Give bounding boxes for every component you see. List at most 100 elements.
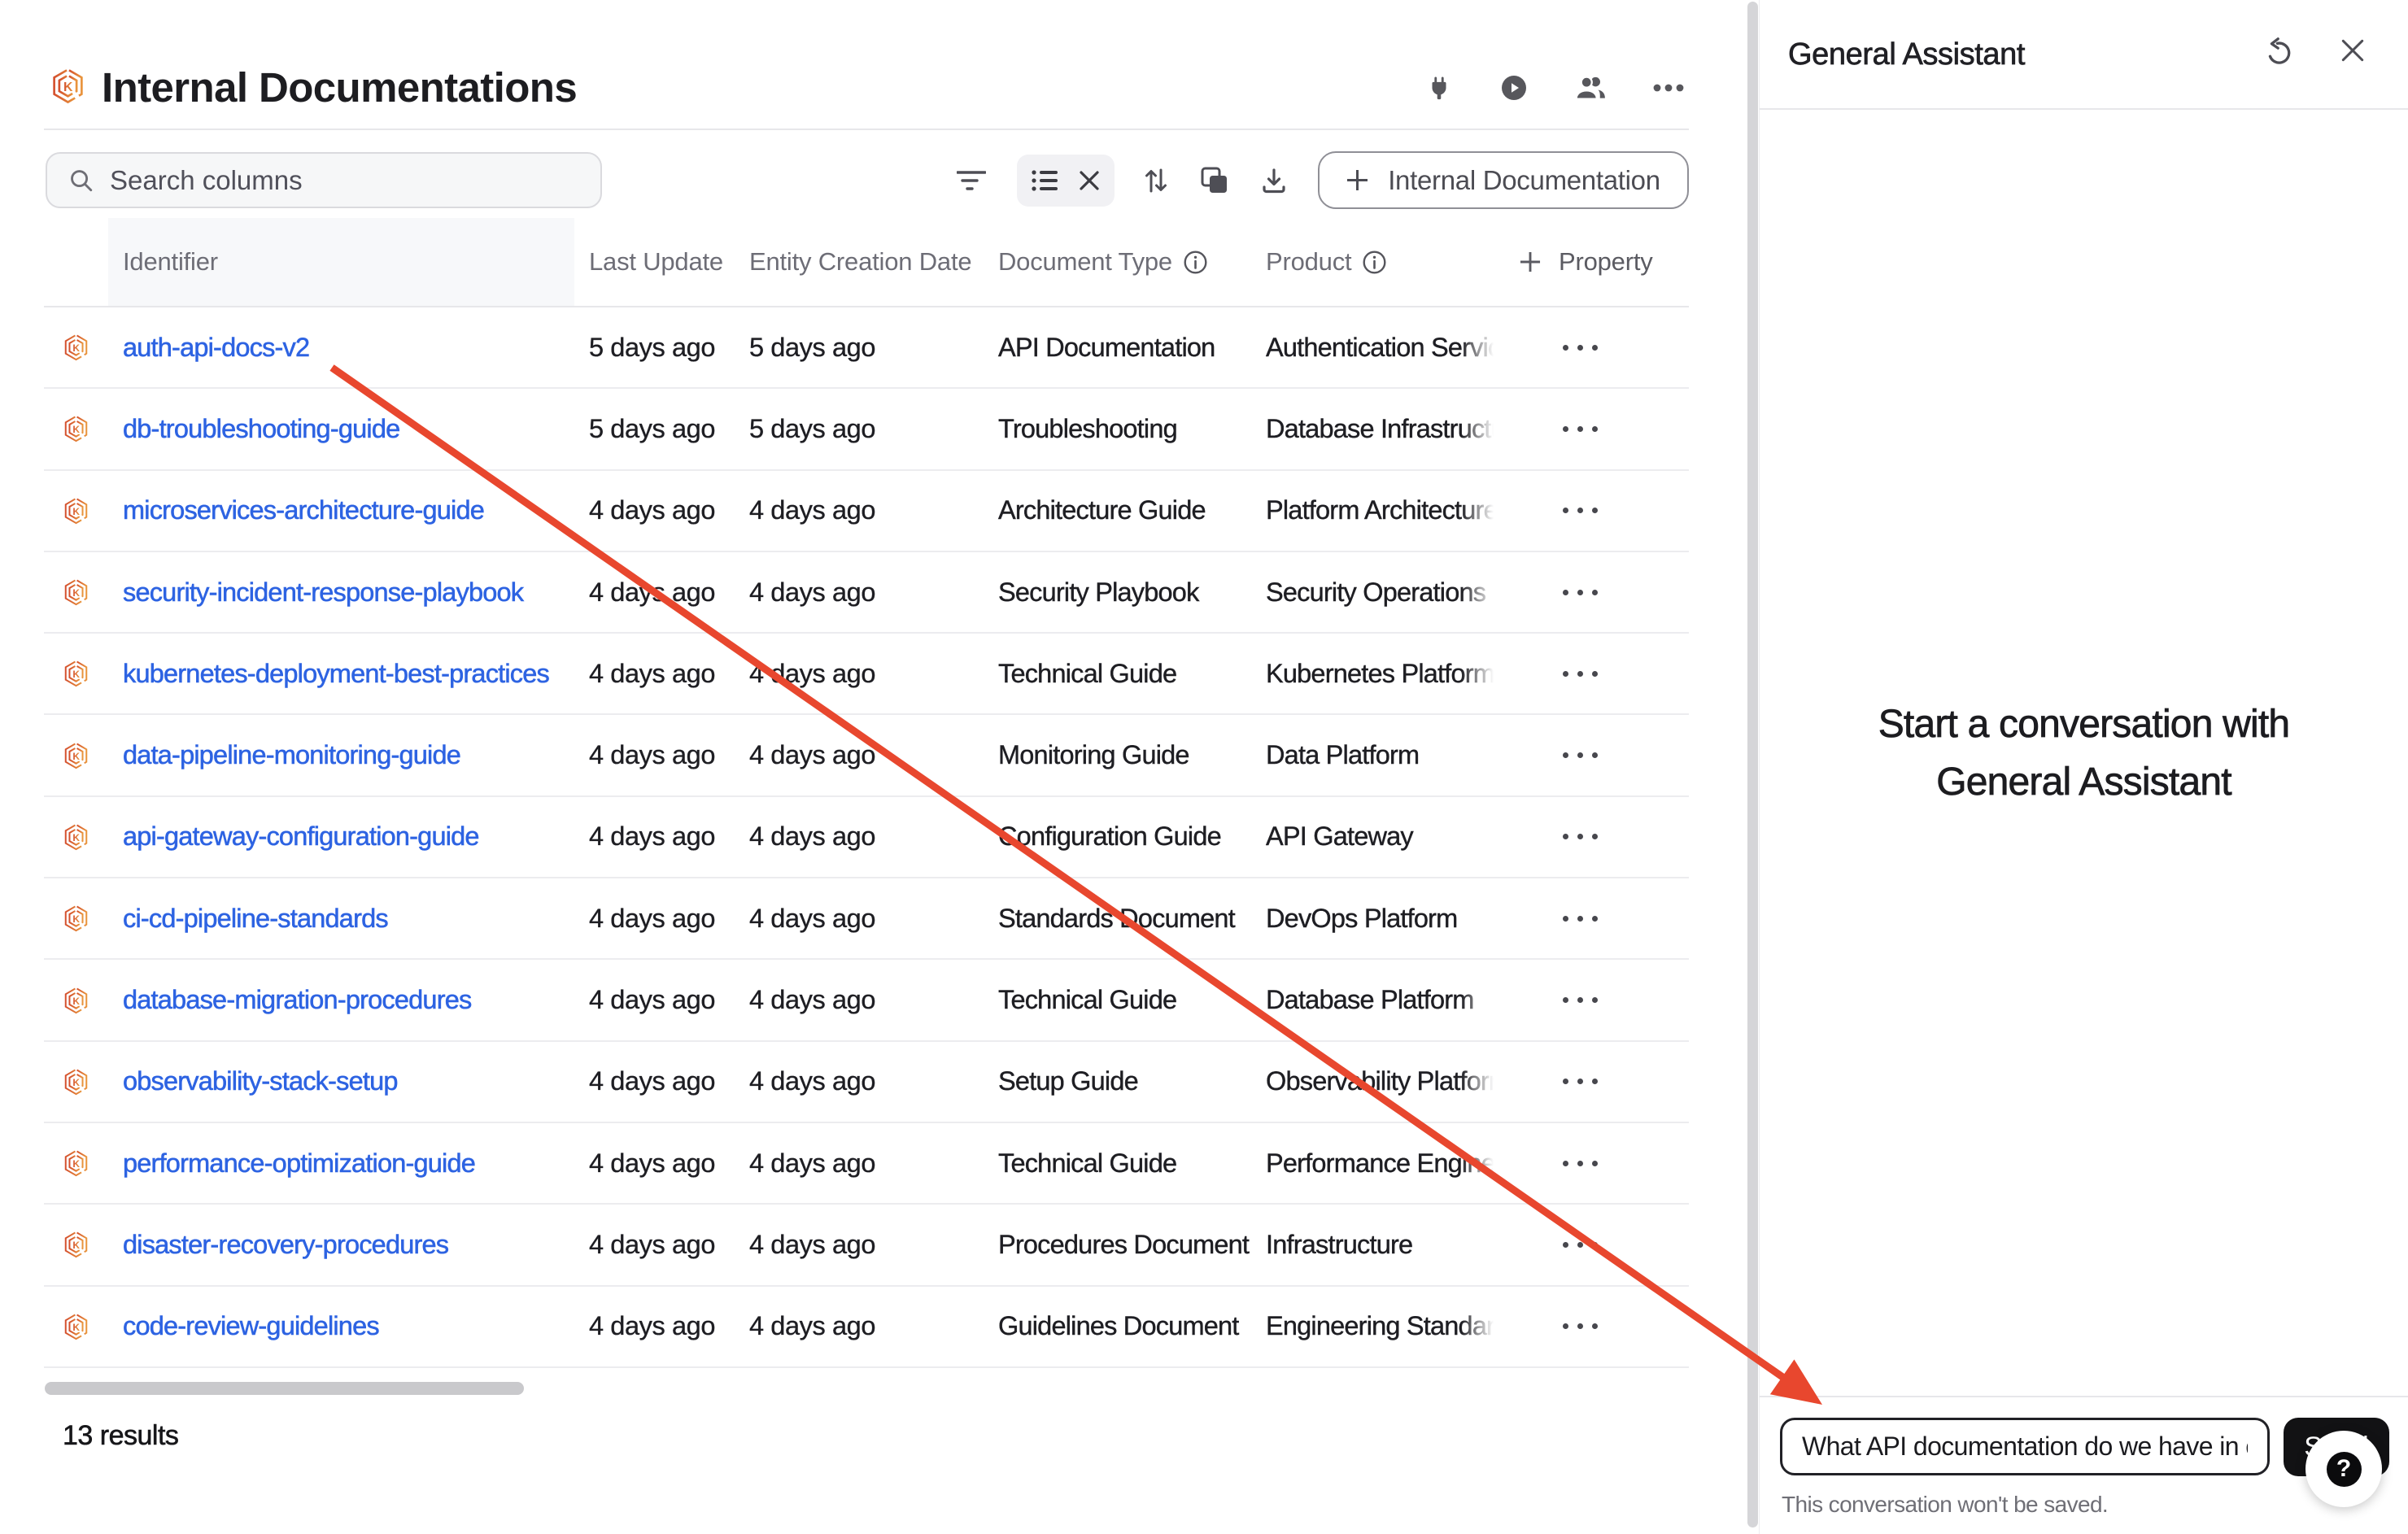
row-menu-button[interactable]	[1555, 582, 1606, 604]
row-blueprint-icon-cell	[44, 878, 108, 958]
horizontal-scrollbar[interactable]	[45, 1382, 524, 1395]
entity-link[interactable]: ci-cd-pipeline-standards	[123, 904, 388, 934]
blueprint-hexagon-icon	[63, 1231, 89, 1258]
row-product-cell: Security Operations	[1253, 552, 1494, 632]
row-identifier-cell: database-migration-procedures	[108, 960, 574, 1039]
integrations-plug-button[interactable]	[1425, 74, 1453, 102]
blueprint-hexagon-icon	[51, 68, 85, 104]
row-product-cell: Engineering Standards	[1253, 1287, 1494, 1366]
entities-table: Identifier Last Update Entity Creation D…	[44, 218, 1689, 1368]
entity-link[interactable]: observability-stack-setup	[123, 1066, 398, 1096]
sort-button[interactable]	[1144, 168, 1168, 194]
entity-link[interactable]: db-troubleshooting-guide	[123, 414, 399, 444]
row-last-update-cell: 4 days ago	[574, 1123, 738, 1203]
clear-view-button[interactable]	[1079, 170, 1100, 191]
more-options-button[interactable]	[1653, 84, 1684, 92]
row-entity-creation-date-cell: 4 days ago	[738, 797, 983, 877]
row-property-cell	[1494, 634, 1689, 713]
row-identifier-cell: observability-stack-setup	[108, 1042, 574, 1122]
empty-state-line2: General Assistant	[1760, 753, 2408, 811]
table-row: db-troubleshooting-guide 5 days ago 5 da…	[44, 389, 1689, 470]
table-header-row: Identifier Last Update Entity Creation D…	[44, 218, 1689, 307]
row-menu-button[interactable]	[1555, 989, 1606, 1011]
reset-conversation-button[interactable]	[2265, 37, 2294, 67]
row-menu-button[interactable]	[1555, 744, 1606, 766]
download-button[interactable]	[1261, 168, 1287, 194]
row-entity-creation-date-cell: 4 days ago	[738, 471, 983, 551]
header-entity-creation-date[interactable]: Entity Creation Date	[738, 218, 983, 306]
row-menu-button[interactable]	[1555, 1315, 1606, 1337]
row-menu-button[interactable]	[1555, 826, 1606, 848]
table-body: auth-api-docs-v2 5 days ago 5 days ago A…	[44, 307, 1689, 1368]
toolbar-actions: Internal Documentation	[957, 151, 1689, 209]
blueprint-hexagon-icon	[63, 987, 89, 1014]
blueprint-hexagon-icon	[63, 904, 89, 932]
header-document-type[interactable]: Document Type	[983, 218, 1253, 306]
row-identifier-cell: auth-api-docs-v2	[108, 307, 574, 387]
header-product[interactable]: Product	[1253, 218, 1494, 306]
row-property-cell	[1494, 1123, 1689, 1203]
row-menu-button[interactable]	[1555, 908, 1606, 930]
row-last-update-cell: 4 days ago	[574, 715, 738, 795]
table-row: api-gateway-configuration-guide 4 days a…	[44, 797, 1689, 878]
filter-button[interactable]	[957, 170, 986, 191]
close-icon	[2340, 37, 2366, 63]
row-menu-button[interactable]	[1555, 1070, 1606, 1092]
entity-link[interactable]: database-migration-procedures	[123, 985, 471, 1015]
row-document-type-cell: Technical Guide	[983, 1123, 1253, 1203]
entity-link[interactable]: security-incident-response-playbook	[123, 577, 523, 608]
close-panel-button[interactable]	[2340, 37, 2366, 63]
blueprint-hexagon-icon	[63, 742, 89, 769]
list-view-button[interactable]	[1032, 169, 1058, 192]
add-internal-documentation-button[interactable]: Internal Documentation	[1318, 151, 1689, 209]
row-product-cell: Performance Engineering	[1253, 1123, 1494, 1203]
row-product-cell: Platform Architecture	[1253, 471, 1494, 551]
row-blueprint-icon-cell	[44, 307, 108, 387]
table-row: code-review-guidelines 4 days ago 4 days…	[44, 1287, 1689, 1368]
info-icon	[1363, 251, 1386, 274]
row-blueprint-icon-cell	[44, 634, 108, 713]
entity-link[interactable]: microservices-architecture-guide	[123, 495, 484, 525]
entity-link[interactable]: disaster-recovery-procedures	[123, 1230, 448, 1260]
header-identifier[interactable]: Identifier	[108, 218, 574, 306]
entity-link[interactable]: auth-api-docs-v2	[123, 333, 309, 363]
blueprint-hexagon-icon	[63, 823, 89, 851]
conversation-disclaimer: This conversation won't be saved.	[1782, 1492, 2108, 1518]
panel-divider-handle[interactable]	[1747, 2, 1758, 1527]
row-entity-creation-date-cell: 4 days ago	[738, 552, 983, 632]
list-icon	[1032, 169, 1058, 192]
assistant-message-input[interactable]	[1780, 1418, 2270, 1475]
row-menu-button[interactable]	[1555, 337, 1606, 359]
row-property-cell	[1494, 1042, 1689, 1122]
row-property-cell	[1494, 471, 1689, 551]
row-menu-button[interactable]	[1555, 1153, 1606, 1174]
entity-link[interactable]: data-pipeline-monitoring-guide	[123, 740, 460, 770]
row-property-cell	[1494, 1205, 1689, 1284]
row-last-update-cell: 5 days ago	[574, 307, 738, 387]
row-menu-button[interactable]	[1555, 663, 1606, 685]
catalog-page: Internal Documentations	[0, 0, 1747, 1534]
entity-link[interactable]: kubernetes-deployment-best-practices	[123, 659, 549, 689]
row-blueprint-icon-cell	[44, 471, 108, 551]
row-last-update-cell: 5 days ago	[574, 389, 738, 468]
search-columns-input[interactable]	[110, 165, 565, 196]
row-entity-creation-date-cell: 4 days ago	[738, 1123, 983, 1203]
header-icon-cell	[44, 218, 108, 306]
header-last-update[interactable]: Last Update	[574, 218, 738, 306]
group-by-button[interactable]	[1201, 167, 1228, 194]
row-document-type-cell: API Documentation	[983, 307, 1253, 387]
title-divider	[44, 129, 1689, 130]
row-menu-button[interactable]	[1555, 499, 1606, 521]
help-launcher[interactable]: ?	[2305, 1431, 2382, 1507]
row-blueprint-icon-cell	[44, 552, 108, 632]
row-property-cell	[1494, 960, 1689, 1039]
run-button[interactable]	[1499, 73, 1529, 102]
header-add-property[interactable]: Property	[1494, 218, 1689, 306]
entity-link[interactable]: performance-optimization-guide	[123, 1148, 475, 1179]
row-menu-button[interactable]	[1555, 418, 1606, 440]
row-identifier-cell: data-pipeline-monitoring-guide	[108, 715, 574, 795]
row-menu-button[interactable]	[1555, 1234, 1606, 1256]
entity-link[interactable]: code-review-guidelines	[123, 1311, 379, 1341]
audience-button[interactable]	[1575, 75, 1607, 101]
entity-link[interactable]: api-gateway-configuration-guide	[123, 821, 479, 852]
